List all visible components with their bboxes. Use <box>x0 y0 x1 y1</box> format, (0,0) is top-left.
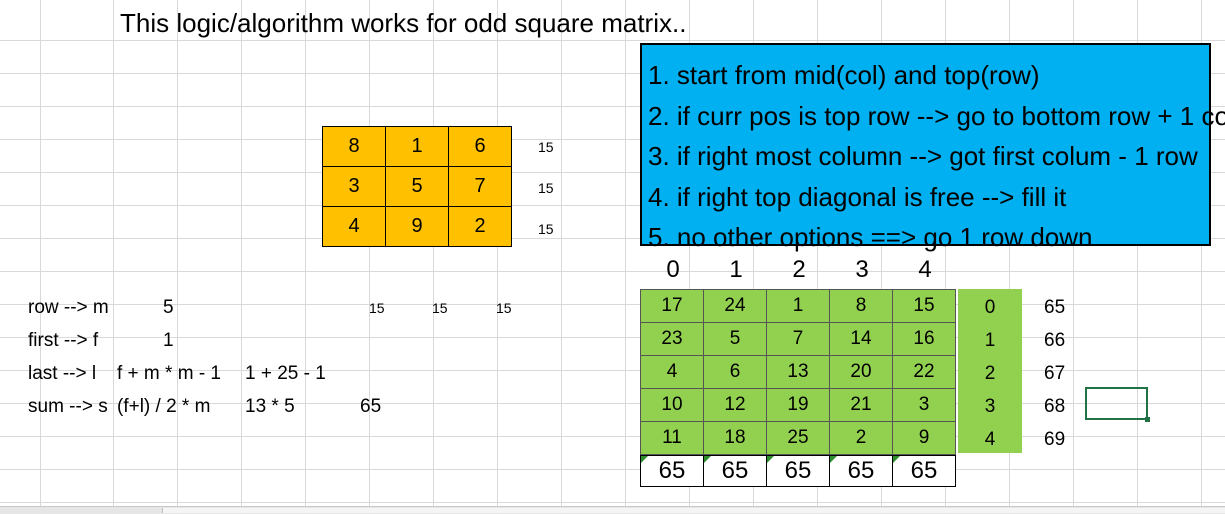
cell[interactable]: 23 <box>640 322 704 356</box>
cell[interactable]: 7 <box>766 322 830 356</box>
formula-indicator-icon <box>641 456 648 463</box>
col-sum-cell[interactable]: 15 <box>369 301 385 315</box>
rule-line: 1. start from mid(col) and top(row) <box>648 60 1040 90</box>
col-header[interactable]: 4 <box>894 258 956 282</box>
formula-label[interactable]: sum --> s <box>28 397 108 416</box>
row-index-cell[interactable]: 3 <box>958 397 1022 416</box>
col-sum-cell[interactable]: 65 <box>703 455 767 487</box>
rule-line: 2. if curr pos is top row --> go to bott… <box>648 100 1225 131</box>
col-header[interactable]: 2 <box>768 258 830 282</box>
row-sum-cell[interactable]: 65 <box>1044 298 1065 317</box>
cell[interactable]: 21 <box>829 388 893 422</box>
rules-textbox[interactable]: 1. start from mid(col) and top(row) 2. i… <box>640 43 1225 252</box>
row-sum-cell[interactable]: 67 <box>1044 364 1065 383</box>
formula-label[interactable]: row --> m <box>28 298 109 317</box>
selected-cell[interactable] <box>1085 387 1150 422</box>
formula-value[interactable]: 1 <box>163 331 174 350</box>
formula-indicator-icon <box>767 456 774 463</box>
formula-value[interactable]: f + m * m - 1 <box>117 364 221 383</box>
formula-expression[interactable]: 13 * 5 <box>245 397 295 416</box>
cell[interactable]: 4 <box>640 355 704 389</box>
col-sum-cell[interactable]: 65 <box>766 455 830 487</box>
col-sum-cell[interactable]: 15 <box>432 301 448 315</box>
cell[interactable]: 19 <box>766 388 830 422</box>
cell[interactable]: 2 <box>829 421 893 455</box>
row-sum-cell[interactable]: 15 <box>538 181 554 195</box>
row-index-cell[interactable]: 0 <box>958 298 1022 317</box>
row-index-cell[interactable]: 4 <box>958 430 1022 449</box>
row-sum-cell[interactable]: 15 <box>538 222 554 236</box>
row-sum-cell[interactable]: 15 <box>538 140 554 154</box>
col-sum-value: 65 <box>910 457 938 484</box>
col-header[interactable]: 3 <box>831 258 893 282</box>
formula-result[interactable]: 65 <box>360 397 381 416</box>
cell[interactable]: 24 <box>703 289 767 323</box>
cell[interactable]: 8 <box>322 126 386 167</box>
formula-indicator-icon <box>704 456 711 463</box>
cell[interactable]: 20 <box>829 355 893 389</box>
cell[interactable]: 25 <box>766 421 830 455</box>
cell[interactable]: 12 <box>703 388 767 422</box>
row-index-cell[interactable]: 2 <box>958 364 1022 383</box>
col-sum-cell[interactable]: 15 <box>496 301 512 315</box>
cell[interactable]: 22 <box>892 355 956 389</box>
rule-line: 4. if right top diagonal is free --> fil… <box>648 181 1067 212</box>
formula-indicator-icon <box>830 456 837 463</box>
col-sum-cell[interactable]: 65 <box>829 455 893 487</box>
col-header[interactable]: 1 <box>705 258 767 282</box>
formula-value[interactable]: 5 <box>163 298 174 317</box>
rule-line: 5. no other options ==> go 1 row down <box>648 222 1093 252</box>
col-sum-value: 65 <box>721 457 749 484</box>
formula-expression[interactable]: 1 + 25 - 1 <box>245 364 326 383</box>
formula-value[interactable]: (f+l) / 2 * m <box>117 397 210 416</box>
col-sum-value: 65 <box>658 457 686 484</box>
formula-label[interactable]: first --> f <box>28 331 98 350</box>
rule-line: 3. if right most column --> got first co… <box>648 141 1198 171</box>
column-sums-row: 65 65 65 65 65 <box>640 455 956 487</box>
col-sum-cell[interactable]: 65 <box>640 455 704 487</box>
cell[interactable]: 10 <box>640 388 704 422</box>
row-sum-cell[interactable]: 66 <box>1044 331 1065 350</box>
cell[interactable]: 1 <box>766 289 830 323</box>
cell[interactable]: 13 <box>766 355 830 389</box>
magic-square-5x5: 17 24 1 8 15 23 5 7 14 16 4 6 13 20 22 10 12 19 21 3 11 1… <box>640 289 956 455</box>
formula-indicator-icon <box>893 456 900 463</box>
cell[interactable]: 5 <box>703 322 767 356</box>
cell[interactable]: 9 <box>385 206 449 247</box>
cell[interactable]: 3 <box>322 166 386 207</box>
cell[interactable]: 6 <box>703 355 767 389</box>
row-sum-cell[interactable]: 68 <box>1044 397 1065 416</box>
formula-label[interactable]: last --> l <box>28 364 96 383</box>
col-sum-value: 65 <box>784 457 812 484</box>
cell[interactable]: 2 <box>448 206 512 247</box>
magic-square-3x3: 816 357 492 <box>322 126 512 247</box>
row-sum-cell[interactable]: 69 <box>1044 430 1065 449</box>
scrollbar-thumb[interactable] <box>162 508 1225 513</box>
cell[interactable]: 6 <box>448 126 512 167</box>
row-index-cell[interactable]: 1 <box>958 331 1022 350</box>
cell[interactable]: 16 <box>892 322 956 356</box>
cell[interactable]: 14 <box>829 322 893 356</box>
cell[interactable]: 8 <box>829 289 893 323</box>
cell[interactable]: 11 <box>640 421 704 455</box>
cell[interactable]: 1 <box>385 126 449 167</box>
col-header[interactable]: 0 <box>642 258 704 282</box>
col-sum-value: 65 <box>847 457 875 484</box>
col-sum-cell[interactable]: 65 <box>892 455 956 487</box>
cell[interactable]: 17 <box>640 289 704 323</box>
cell[interactable]: 18 <box>703 421 767 455</box>
cell[interactable]: 15 <box>892 289 956 323</box>
cell[interactable]: 4 <box>322 206 386 247</box>
cell[interactable]: 3 <box>892 388 956 422</box>
cell[interactable]: 5 <box>385 166 449 207</box>
sheet-title[interactable]: This logic/algorithm works for odd squar… <box>120 10 686 36</box>
cell[interactable]: 9 <box>892 421 956 455</box>
cell[interactable]: 7 <box>448 166 512 207</box>
